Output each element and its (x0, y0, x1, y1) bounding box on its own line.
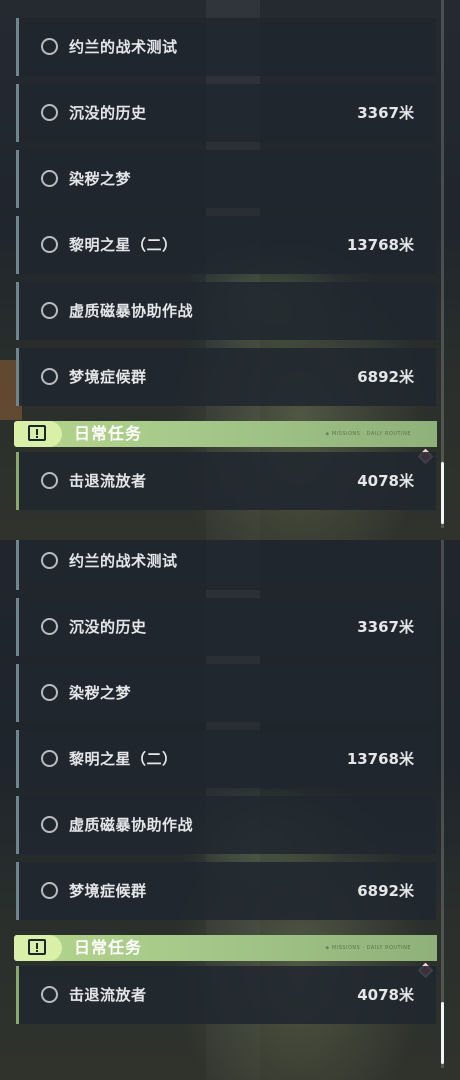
radio-circle-icon[interactable] (41, 170, 58, 187)
radio-circle-icon[interactable] (41, 750, 58, 767)
quest-distance: 3367米 (357, 104, 414, 122)
quest-row-1[interactable]: 约兰的战术测试 (16, 540, 436, 590)
quest-name: 击退流放者 (69, 986, 147, 1004)
quest-distance: 13768米 (346, 236, 414, 254)
quest-name: 染秽之梦 (69, 170, 132, 188)
section-title: 日常任务 (74, 424, 143, 443)
radio-circle-icon[interactable] (41, 684, 58, 701)
radio-circle-icon[interactable] (41, 104, 58, 121)
quest-row-4[interactable]: 黎明之星（二） 13768米 (16, 730, 436, 788)
quest-name: 约兰的战术测试 (69, 552, 178, 570)
alert-box-icon (28, 939, 46, 955)
quest-row-5[interactable]: 虚质磁暴协助作战 (16, 796, 436, 854)
quest-row-3[interactable]: 染秽之梦 (16, 664, 436, 722)
quest-distance: 13768米 (346, 750, 414, 768)
quest-name: 黎明之星（二） (69, 750, 178, 768)
radio-circle-icon[interactable] (41, 618, 58, 635)
quest-row-3[interactable]: 染秽之梦 (16, 150, 436, 208)
radio-circle-icon[interactable] (41, 552, 58, 569)
quest-row-6[interactable]: 梦境症候群 6892米 (16, 862, 436, 920)
daily-quest-row-1[interactable]: 击退流放者 4078米 (16, 452, 436, 510)
section-icon-box (14, 421, 62, 447)
section-deco-text: ◈ MISSIONS · DAILY ROUTINE (325, 431, 411, 437)
scrollbar-thumb[interactable] (441, 462, 444, 524)
radio-circle-icon[interactable] (41, 472, 58, 489)
quest-row-2[interactable]: 沉没的历史 3367米 (16, 84, 436, 142)
quest-row-6[interactable]: 梦境症候群 6892米 (16, 348, 436, 406)
radio-circle-icon[interactable] (41, 368, 58, 385)
quest-name: 击退流放者 (69, 472, 147, 490)
quest-distance: 6892米 (357, 368, 414, 386)
section-deco-text: ◈ MISSIONS · DAILY ROUTINE (325, 945, 411, 951)
quest-distance: 4078米 (357, 472, 414, 490)
quest-row-4[interactable]: 黎明之星（二） 13768米 (16, 216, 436, 274)
quest-name: 约兰的战术测试 (69, 38, 178, 56)
scrollbar-track[interactable] (441, 0, 444, 528)
quest-row-2[interactable]: 沉没的历史 3367米 (16, 598, 436, 656)
quest-name: 沉没的历史 (69, 104, 147, 122)
quest-distance: 4078米 (357, 986, 414, 1004)
radio-circle-icon[interactable] (41, 38, 58, 55)
quest-name: 黎明之星（二） (69, 236, 178, 254)
quest-name: 虚质磁暴协助作战 (69, 302, 194, 320)
daily-section-header: 日常任务 ◈ MISSIONS · DAILY ROUTINE (14, 935, 437, 961)
quest-distance: 6892米 (357, 882, 414, 900)
quest-name: 梦境症候群 (69, 368, 147, 386)
section-icon-box (14, 935, 62, 961)
quest-name: 梦境症候群 (69, 882, 147, 900)
radio-circle-icon[interactable] (41, 882, 58, 899)
radio-circle-icon[interactable] (41, 816, 58, 833)
quest-row-1[interactable]: 约兰的战术测试 (16, 18, 436, 76)
scrollbar-thumb[interactable] (441, 1002, 444, 1064)
radio-circle-icon[interactable] (41, 302, 58, 319)
daily-quest-row-1[interactable]: 击退流放者 4078米 (16, 966, 436, 1024)
quest-name: 虚质磁暴协助作战 (69, 816, 194, 834)
quest-name: 染秽之梦 (69, 684, 132, 702)
quest-distance: 3367米 (357, 618, 414, 636)
quest-name: 沉没的历史 (69, 618, 147, 636)
quest-list-panel-1: 约兰的战术测试 沉没的历史 3367米 染秽之梦 黎明之星（二） 13768米 … (0, 0, 460, 540)
alert-box-icon (28, 425, 46, 441)
radio-circle-icon[interactable] (41, 236, 58, 253)
section-title: 日常任务 (74, 938, 143, 957)
quest-list-panel-2: 约兰的战术测试 沉没的历史 3367米 染秽之梦 黎明之星（二） 13768米 … (0, 540, 460, 1080)
radio-circle-icon[interactable] (41, 986, 58, 1003)
scrollbar-track[interactable] (441, 540, 444, 1068)
daily-section-header: 日常任务 ◈ MISSIONS · DAILY ROUTINE (14, 421, 437, 447)
quest-row-5[interactable]: 虚质磁暴协助作战 (16, 282, 436, 340)
